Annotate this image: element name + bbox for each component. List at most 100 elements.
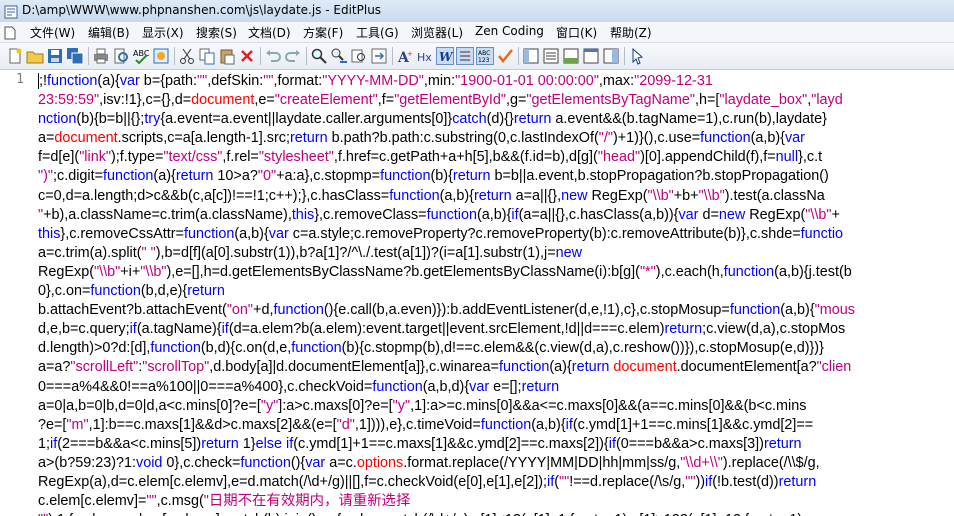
- menu-help[interactable]: 帮助(Z): [610, 24, 652, 41]
- menu-zen-coding[interactable]: Zen Coding: [475, 24, 544, 38]
- find-icon[interactable]: [310, 47, 328, 65]
- code-line[interactable]: f=d[e]("link");f.type="text/css",f.rel="…: [38, 148, 954, 167]
- code-line[interactable]: 1;if(2===b&&a<c.mins[5])return 1}else if…: [38, 435, 954, 454]
- code-line[interactable]: ")";c.digit=function(a){return 10>a?"0"+…: [38, 167, 954, 186]
- menu-document[interactable]: 文档(D): [248, 24, 291, 41]
- menu-project[interactable]: 方案(F): [303, 24, 343, 41]
- print-preview-icon[interactable]: [112, 47, 130, 65]
- directory-window-icon[interactable]: [542, 47, 560, 65]
- code-token: ),c.each(h,: [655, 263, 724, 280]
- code-token: a=0|a,b=0|b,d=0|d,a<c.mins[0]?e=[: [38, 397, 261, 414]
- find-in-files-icon[interactable]: [350, 47, 368, 65]
- browser-preview-icon[interactable]: [582, 47, 600, 65]
- delete-icon[interactable]: [238, 47, 256, 65]
- function-list-icon[interactable]: [602, 47, 620, 65]
- new-document-icon[interactable]: [6, 47, 24, 65]
- code-token: "": [197, 73, 208, 89]
- code-line[interactable]: 0},c.on=function(b,d,e){return: [38, 282, 954, 301]
- html-toolbar-icon[interactable]: [152, 47, 170, 65]
- code-token: ,isv:!1},c={},d=: [99, 92, 192, 109]
- go-to-line-icon[interactable]: [370, 47, 388, 65]
- cut-icon[interactable]: [178, 47, 196, 65]
- code-token: .format.replace(/YYYY|MM|DD|hh|mm|ss/g,: [403, 454, 681, 471]
- menu-browser[interactable]: 浏览器(L): [411, 24, 463, 41]
- code-line[interactable]: 23:59:59",isv:!1},c={},d=document,e="cre…: [38, 91, 954, 110]
- redo-icon[interactable]: [284, 47, 302, 65]
- code-line[interactable]: a=0|a,b=0|b,d=0|d,a<c.mins[0]?e=["y"]:a>…: [38, 397, 954, 416]
- code-token: this: [291, 206, 315, 223]
- code-line[interactable]: c.elem[c.elemv]="",c.msg("日期不在有效期内，请重新选择: [38, 492, 954, 511]
- code-token: "": [263, 73, 274, 89]
- code-line[interactable]: b.attachEvent?b.attachEvent("on"+d,funct…: [38, 301, 954, 320]
- code-token: function: [700, 130, 751, 147]
- undo-icon[interactable]: [264, 47, 282, 65]
- code-token: return: [664, 321, 703, 338]
- line-number-icon[interactable]: [456, 47, 474, 65]
- code-line[interactable]: d,e,b=c.query;if(a.tagName){if(d=a.elem?…: [38, 320, 954, 339]
- menu-search[interactable]: 搜索(S): [196, 24, 237, 41]
- code-line[interactable]: a=c.trim(a).split(" "),b=d[f](a[0].subst…: [38, 244, 954, 263]
- font-icon[interactable]: A +: [396, 47, 414, 65]
- code-token: function: [47, 73, 98, 89]
- code-token: function: [372, 378, 423, 395]
- word-wrap-icon[interactable]: W: [436, 47, 454, 65]
- cliptext-window-icon[interactable]: [522, 47, 540, 65]
- menu-file[interactable]: 文件(W): [30, 24, 75, 41]
- code-line[interactable]: RegExp("\\b"+i+"\\b"),e=[],h=d.getElemen…: [38, 263, 954, 282]
- code-token: a=c.trim(a).split(: [38, 244, 142, 261]
- code-token: "m": [66, 416, 89, 433]
- column-ruler-icon[interactable]: ABC 123: [476, 47, 494, 65]
- check-icon[interactable]: [496, 47, 514, 65]
- code-line[interactable]: nction(b){b=b||{};try{a.event=a.event||l…: [38, 110, 954, 129]
- svg-text:ABC: ABC: [478, 50, 490, 57]
- open-folder-icon[interactable]: [26, 47, 44, 65]
- code-line[interactable]: a>(b?59:23)?1:void 0},c.check=function()…: [38, 454, 954, 473]
- code-line[interactable]: ?e=["m",1]:b==c.maxs[1]&&d>c.maxs[2]&&(e…: [38, 416, 954, 435]
- replace-icon[interactable]: [330, 47, 348, 65]
- code-token: +a:a},c.stopmp=: [276, 168, 381, 185]
- code-line[interactable]: d.length)>0?d:[d],function(b,d){c.on(d,e…: [38, 339, 954, 358]
- print-icon[interactable]: [92, 47, 110, 65]
- code-token: return: [571, 359, 610, 376]
- code-token: "scrollTop": [142, 359, 210, 376]
- paste-icon[interactable]: [218, 47, 236, 65]
- window-title: D:\amp\WWW\www.phpnanshen.com\js\laydate…: [22, 3, 382, 17]
- output-window-icon[interactable]: [562, 47, 580, 65]
- code-token: ,defSkin:: [207, 73, 264, 89]
- code-token: +i+: [120, 263, 141, 280]
- copy-icon[interactable]: [198, 47, 216, 65]
- code-line[interactable]: this},c.removeCssAttr=function(a,b){var …: [38, 225, 954, 244]
- code-line[interactable]: a=a?"scrollLeft":"scrollTop",d.body[a]|d…: [38, 358, 954, 377]
- code-token: if: [565, 416, 573, 433]
- menu-view[interactable]: 显示(X): [142, 24, 184, 41]
- document-menu-icon[interactable]: [4, 25, 16, 40]
- code-token: "head": [597, 149, 641, 166]
- code-text[interactable]: ;!function(a){var b={path:"",defSkin:"",…: [38, 72, 954, 516]
- save-all-icon[interactable]: [66, 47, 84, 65]
- code-token: ")": [38, 168, 54, 185]
- code-line[interactable]: a=document.scripts,c=a[a.length-1].src;r…: [38, 129, 954, 148]
- toolbar-separator: [624, 47, 625, 65]
- hex-viewer-icon[interactable]: Hx: [416, 47, 434, 65]
- save-icon[interactable]: [46, 47, 64, 65]
- menu-edit[interactable]: 编辑(B): [88, 24, 130, 41]
- svg-text:+: +: [407, 50, 413, 58]
- code-token: if: [221, 321, 229, 338]
- code-token: function: [380, 168, 431, 185]
- menu-window[interactable]: 窗口(K): [556, 24, 597, 41]
- code-line[interactable]: 0===a%4&&0!==a%100||0===a%400},c.checkVo…: [38, 378, 954, 397]
- code-line[interactable]: c=0,d=a.length;d>c&&b(c,a[c])!==!1;c++);…: [38, 187, 954, 206]
- spell-check-icon[interactable]: ABC: [132, 47, 150, 65]
- code-token: var: [268, 225, 289, 242]
- code-line[interactable]: RegExp(a),d=c.elem[c.elemv],e=d.match(/\…: [38, 473, 954, 492]
- cursor-tool-icon[interactable]: [628, 47, 646, 65]
- editor-area[interactable]: 1 ;!function(a){var b={path:"",defSkin:"…: [0, 70, 954, 516]
- code-token: (b,d,e){: [140, 283, 188, 300]
- code-line[interactable]: ""),1;f.value=c.elem[c.elemv].match(b).j…: [38, 511, 954, 516]
- code-line[interactable]: "+b),a.className=c.trim(a.className),thi…: [38, 206, 954, 225]
- code-line[interactable]: ;!function(a){var b={path:"",defSkin:"",…: [38, 72, 954, 91]
- code-token: +b),a.className=c.trim(a.className),: [43, 206, 292, 223]
- toolbar-separator: [392, 47, 393, 65]
- code-token: document: [191, 92, 255, 109]
- menu-tools[interactable]: 工具(G): [356, 24, 399, 41]
